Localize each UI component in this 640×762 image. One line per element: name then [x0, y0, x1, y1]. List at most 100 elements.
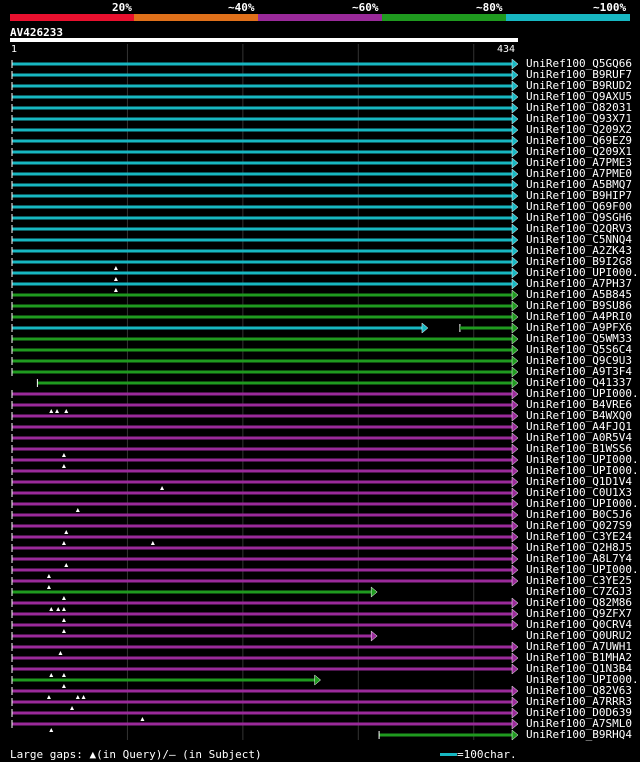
hit-end-arrow	[511, 388, 519, 400]
hit-bar	[12, 370, 513, 374]
query-gap-marker	[61, 618, 66, 622]
hit-bar	[12, 205, 513, 209]
query-gap-marker	[113, 288, 118, 292]
hit-end-arrow	[511, 608, 519, 620]
hit-bar	[12, 117, 513, 121]
hit-end-arrow	[511, 146, 519, 158]
hit-label[interactable]: UniRef100_B9RHQ4	[526, 729, 632, 740]
hit-bar	[12, 722, 513, 726]
hit-end-arrow	[511, 542, 519, 554]
hit-bar	[12, 612, 513, 616]
hit-bar	[12, 304, 513, 308]
query-gap-marker	[64, 530, 69, 534]
hit-end-arrow	[511, 168, 519, 180]
hit-bar	[12, 579, 513, 583]
hit-end-arrow	[511, 498, 519, 510]
query-gap-marker	[49, 728, 54, 732]
hit-bar	[12, 139, 513, 143]
hit-end-arrow	[511, 410, 519, 422]
hit-bar	[12, 194, 513, 198]
hit-end-arrow	[511, 113, 519, 125]
hit-bar	[12, 502, 513, 506]
hit-bar	[12, 73, 513, 77]
query-gap-marker	[49, 607, 54, 611]
hit-bar	[12, 601, 513, 605]
hit-end-arrow	[511, 509, 519, 521]
hit-end-arrow	[511, 69, 519, 81]
hit-bar	[12, 216, 513, 220]
query-gap-marker	[61, 673, 66, 677]
hit-bar	[12, 623, 513, 627]
hit-end-arrow	[511, 234, 519, 246]
hit-bar	[12, 271, 513, 275]
query-gap-marker	[160, 486, 165, 490]
hit-end-arrow	[511, 696, 519, 708]
hit-bar	[12, 403, 513, 407]
hit-end-arrow	[511, 179, 519, 191]
hit-end-arrow	[511, 707, 519, 719]
hit-end-arrow	[511, 421, 519, 433]
hit-bar	[12, 546, 513, 550]
hit-end-arrow	[511, 685, 519, 697]
hit-bar	[12, 238, 513, 242]
hit-bar	[12, 392, 513, 396]
hit-end-arrow	[511, 278, 519, 290]
hit-end-arrow	[511, 58, 519, 70]
query-gap-marker	[150, 541, 155, 545]
hit-bar	[12, 326, 423, 330]
hit-bar	[12, 128, 513, 132]
hit-end-arrow	[511, 619, 519, 631]
hit-end-arrow	[511, 597, 519, 609]
hit-end-arrow	[511, 190, 519, 202]
hit-bar	[12, 260, 513, 264]
query-gap-marker	[113, 266, 118, 270]
query-gap-marker	[140, 717, 145, 721]
hit-bar	[379, 733, 513, 737]
hit-end-arrow	[511, 718, 519, 730]
query-gap-marker	[113, 277, 118, 281]
hit-end-arrow	[511, 663, 519, 675]
hit-end-arrow	[511, 322, 519, 334]
query-gap-marker	[61, 629, 66, 633]
hit-bar	[12, 568, 513, 572]
hit-bar	[12, 711, 513, 715]
hit-end-arrow	[511, 80, 519, 92]
query-gap-marker	[61, 684, 66, 688]
hit-bar	[12, 227, 513, 231]
hit-bar	[12, 84, 513, 88]
hit-bar	[12, 535, 513, 539]
query-gap-marker	[61, 541, 66, 545]
hit-bar	[12, 656, 513, 660]
hit-end-arrow	[314, 674, 321, 686]
hit-bar	[12, 678, 316, 682]
hit-end-arrow	[511, 91, 519, 103]
query-gap-marker	[64, 409, 69, 413]
hit-end-arrow	[511, 311, 519, 323]
hit-bar	[12, 480, 513, 484]
hit-bar	[12, 634, 373, 638]
query-gap-marker	[58, 651, 63, 655]
hit-bar	[12, 645, 513, 649]
query-gap-marker	[61, 596, 66, 600]
hit-end-arrow	[370, 630, 378, 642]
hit-end-arrow	[511, 553, 519, 565]
hit-end-arrow	[511, 355, 519, 367]
hit-end-arrow	[370, 586, 378, 598]
hit-end-arrow	[511, 564, 519, 576]
hit-end-arrow	[511, 201, 519, 213]
hit-bar	[12, 249, 513, 253]
hit-bar	[12, 150, 513, 154]
hit-bar	[12, 425, 513, 429]
hit-bar	[12, 557, 513, 561]
hit-bar	[12, 359, 513, 363]
hit-bar	[12, 161, 513, 165]
query-gap-marker	[70, 706, 75, 710]
query-gap-marker	[75, 508, 80, 512]
hit-bar	[12, 590, 373, 594]
hit-end-arrow	[511, 443, 519, 455]
hit-bar	[12, 95, 513, 99]
query-gap-marker	[46, 585, 51, 589]
hit-bar	[12, 491, 513, 495]
hit-end-arrow	[511, 476, 519, 488]
query-gap-marker	[75, 695, 80, 699]
